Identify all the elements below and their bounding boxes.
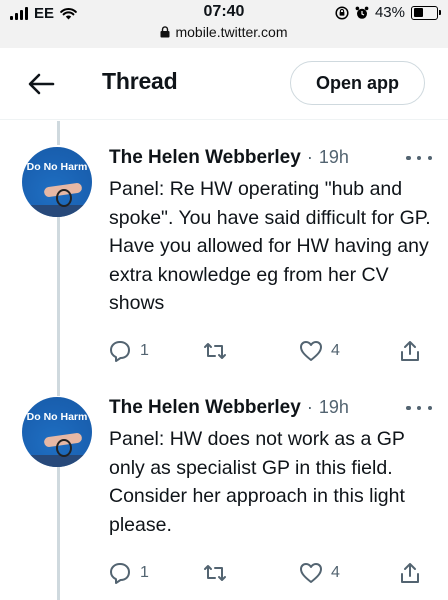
address-bar[interactable]: mobile.twitter.com xyxy=(0,24,448,40)
separator: · xyxy=(306,147,313,167)
reply-button[interactable]: 1 xyxy=(108,339,149,363)
separator: · xyxy=(306,397,313,417)
battery-icon xyxy=(411,5,441,20)
thread-header: Thread Open app xyxy=(0,48,448,120)
retweet-button[interactable] xyxy=(203,561,227,585)
rotation-lock-icon xyxy=(335,5,349,20)
tweet-header: The Helen Webberley · 19h xyxy=(109,397,349,419)
status-right: 43% xyxy=(335,4,441,21)
retweet-icon xyxy=(204,565,226,581)
tweet-text: Panel: Re HW operating "hub and spoke". … xyxy=(109,178,431,314)
share-button[interactable] xyxy=(398,561,422,585)
like-count: 4 xyxy=(331,342,340,359)
page-title: Thread xyxy=(102,68,178,94)
open-app-button[interactable]: Open app xyxy=(290,61,425,105)
tweet-header: The Helen Webberley · 19h xyxy=(109,147,349,169)
share-icon xyxy=(401,563,419,583)
arrow-left-icon[interactable] xyxy=(26,70,56,98)
retweet-button[interactable] xyxy=(203,339,227,363)
more-icon[interactable] xyxy=(406,403,432,413)
like-button[interactable]: 4 xyxy=(299,339,340,363)
author-name[interactable]: The Helen Webberley xyxy=(109,147,301,169)
reply-count: 1 xyxy=(140,564,149,581)
alarm-icon xyxy=(355,6,369,19)
tweet-actions: 1 4 xyxy=(0,339,448,369)
reply-icon xyxy=(110,563,130,584)
tweet[interactable]: Do No Harm The Helen Webberley · 19h Pan… xyxy=(0,147,448,387)
battery-fill xyxy=(413,8,423,17)
reply-button[interactable]: 1 xyxy=(108,561,149,585)
lock-icon xyxy=(160,26,170,38)
thread-line xyxy=(57,121,60,145)
more-icon[interactable] xyxy=(406,153,432,163)
heart-icon xyxy=(300,563,322,583)
reply-icon xyxy=(110,341,130,362)
url-text: mobile.twitter.com xyxy=(175,24,288,40)
reply-count: 1 xyxy=(140,342,149,359)
share-button[interactable] xyxy=(398,339,422,363)
tweet-time[interactable]: 19h xyxy=(319,397,349,418)
tweet-actions: 1 4 xyxy=(0,561,448,591)
share-icon xyxy=(401,341,419,361)
like-count: 4 xyxy=(331,564,340,581)
avatar[interactable]: Do No Harm xyxy=(22,147,92,217)
retweet-icon xyxy=(204,343,226,359)
tweet[interactable]: Do No Harm The Helen Webberley · 19h Pan… xyxy=(0,397,448,600)
tweet-text: Panel: HW does not work as a GP only as … xyxy=(109,428,405,536)
status-bar: EE 07:40 43% mobile.twitter.com xyxy=(0,0,448,48)
like-button[interactable]: 4 xyxy=(299,561,340,585)
author-name[interactable]: The Helen Webberley xyxy=(109,397,301,419)
avatar[interactable]: Do No Harm xyxy=(22,397,92,467)
battery-percent: 43% xyxy=(374,4,405,21)
tweet-time[interactable]: 19h xyxy=(319,147,349,168)
heart-icon xyxy=(300,341,322,361)
